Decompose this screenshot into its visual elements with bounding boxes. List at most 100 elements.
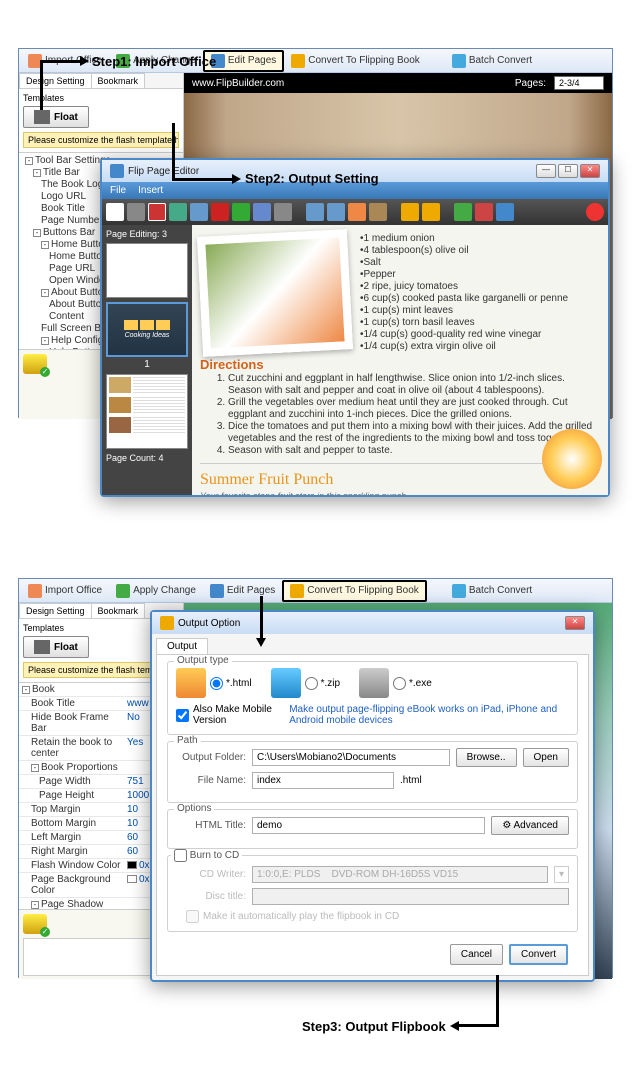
output-dialog-titlebar[interactable]: Output Option ✕ xyxy=(152,612,593,634)
radio-exe-input[interactable] xyxy=(393,677,406,690)
filename-input[interactable] xyxy=(252,772,394,789)
tree-collapse-icon[interactable]: - xyxy=(41,289,49,297)
exit-icon[interactable] xyxy=(586,203,604,221)
convert-button[interactable]: Convert To Flipping Book xyxy=(284,51,427,71)
autoplay-checkbox xyxy=(186,910,199,923)
convert-button[interactable]: Convert To Flipping Book xyxy=(282,580,427,602)
print-icon[interactable] xyxy=(274,203,292,221)
output-type-group: Output type *.html *.zip *.exe Also Make… xyxy=(167,661,578,735)
import-icon xyxy=(28,584,42,598)
delete-icon[interactable] xyxy=(348,203,366,221)
apply-icon[interactable] xyxy=(23,914,47,934)
output-body: Output type *.html *.zip *.exe Also Make… xyxy=(156,654,589,976)
radio-zip[interactable]: *.zip xyxy=(305,677,340,690)
apply-change-button[interactable]: Apply Change xyxy=(109,581,203,601)
redo-icon[interactable] xyxy=(422,203,440,221)
radio-html[interactable]: *.html xyxy=(210,677,252,690)
pointer-icon[interactable] xyxy=(106,203,124,221)
output-type-label: Output type xyxy=(174,655,232,666)
disc-title-label: Disc title: xyxy=(176,891,246,902)
trash-icon[interactable] xyxy=(369,203,387,221)
radio-zip-input[interactable] xyxy=(305,677,318,690)
thumb-2[interactable]: Cooking Ideas xyxy=(106,302,188,357)
thumb-3[interactable] xyxy=(106,374,188,449)
import-office-button[interactable]: Import Office xyxy=(21,581,109,601)
radio-exe[interactable]: *.exe xyxy=(393,677,432,690)
arrow-line xyxy=(260,596,263,640)
tree-collapse-icon[interactable]: - xyxy=(25,157,33,165)
advanced-button[interactable]: ⚙ Advanced xyxy=(491,816,569,835)
mobile-link[interactable]: Make output page-flipping eBook works on… xyxy=(289,704,569,726)
radio-html-input[interactable] xyxy=(210,677,223,690)
tab-design-setting[interactable]: Design Setting xyxy=(19,73,92,88)
editor-canvas[interactable]: •1 medium onion•4 tablespoon(s) olive oi… xyxy=(192,225,608,495)
pages-label: Pages: xyxy=(515,78,546,89)
direction-step: Grill the vegetables over medium heat un… xyxy=(228,397,600,421)
thumb-title: Cooking Ideas xyxy=(125,332,170,339)
arrow-line xyxy=(40,60,80,63)
zoom-fit-icon[interactable] xyxy=(496,203,514,221)
add-icon[interactable] xyxy=(232,203,250,221)
menu-file[interactable]: File xyxy=(110,185,126,196)
thumb-1[interactable] xyxy=(106,243,188,298)
video-icon[interactable] xyxy=(148,203,166,221)
image-icon[interactable] xyxy=(169,203,187,221)
path-label: Path xyxy=(174,735,201,746)
convert-confirm-button[interactable]: Convert xyxy=(509,944,568,965)
pages-input[interactable] xyxy=(554,76,604,90)
apply-icon[interactable] xyxy=(23,354,47,374)
tab-bookmark[interactable]: Bookmark xyxy=(91,603,146,618)
output-tab[interactable]: Output xyxy=(156,638,208,654)
browse-button[interactable]: Browse.. xyxy=(456,748,517,767)
maximize-button[interactable]: ☐ xyxy=(558,164,578,178)
float-template-button[interactable]: Float xyxy=(23,636,89,658)
options-label: Options xyxy=(174,803,214,814)
copy-icon[interactable] xyxy=(253,203,271,221)
float-template-button[interactable]: Float xyxy=(23,106,89,128)
close-button[interactable]: ✕ xyxy=(580,164,600,178)
output-option-dialog: Output Option ✕ Output Output type *.htm… xyxy=(150,610,595,982)
direction-step: Dice the tomatoes and put them into a mi… xyxy=(228,421,600,445)
tab-bookmark[interactable]: Bookmark xyxy=(91,73,146,88)
edit-pages-button[interactable]: Edit Pages xyxy=(203,581,282,601)
refresh-icon xyxy=(116,584,130,598)
cd-writer-label: CD Writer: xyxy=(176,869,246,880)
batch-convert-button[interactable]: Batch Convert xyxy=(445,51,539,71)
undo-icon[interactable] xyxy=(401,203,419,221)
sound-icon[interactable] xyxy=(190,203,208,221)
arrow-line xyxy=(458,1024,498,1027)
folder-input[interactable] xyxy=(252,749,450,766)
zoom-in-icon[interactable] xyxy=(454,203,472,221)
batch-convert-button[interactable]: Batch Convert xyxy=(445,581,539,601)
html-title-input[interactable] xyxy=(252,817,485,834)
sel-all-icon[interactable] xyxy=(306,203,324,221)
tree-collapse-icon[interactable]: - xyxy=(33,169,41,177)
fruit-image xyxy=(542,429,602,489)
edit-icon xyxy=(210,584,224,598)
step2-label: Step2: Output Setting xyxy=(245,171,379,186)
link-icon[interactable] xyxy=(127,203,145,221)
punch-subtitle: Your favorite stone fruit stars in this … xyxy=(200,490,600,495)
tab-design-setting[interactable]: Design Setting xyxy=(19,603,92,618)
zoom-out-icon[interactable] xyxy=(475,203,493,221)
tree-collapse-icon[interactable]: - xyxy=(41,241,49,249)
menu-insert[interactable]: Insert xyxy=(138,185,163,196)
customize-hint: Please customize the flash template here xyxy=(23,132,179,148)
mobile-checkbox[interactable] xyxy=(176,709,189,722)
tree-collapse-icon[interactable]: - xyxy=(41,337,49,345)
arrow-line xyxy=(172,178,234,181)
disc-title-input xyxy=(252,888,569,905)
burn-checkbox[interactable] xyxy=(174,849,187,862)
flash-icon[interactable] xyxy=(211,203,229,221)
folder-label: Output Folder: xyxy=(176,752,246,763)
step3-label: Step3: Output Flipbook xyxy=(302,1019,446,1034)
close-button[interactable]: ✕ xyxy=(565,616,585,630)
minimize-button[interactable]: — xyxy=(536,164,556,178)
convert-icon xyxy=(290,584,304,598)
sel-none-icon[interactable] xyxy=(327,203,345,221)
open-button[interactable]: Open xyxy=(523,748,569,767)
editor-body: Page Editing: 3 Cooking Ideas 1 Page Cou… xyxy=(102,225,608,495)
cancel-button[interactable]: Cancel xyxy=(450,944,503,965)
tree-collapse-icon[interactable]: - xyxy=(33,229,41,237)
app-icon xyxy=(160,616,174,630)
